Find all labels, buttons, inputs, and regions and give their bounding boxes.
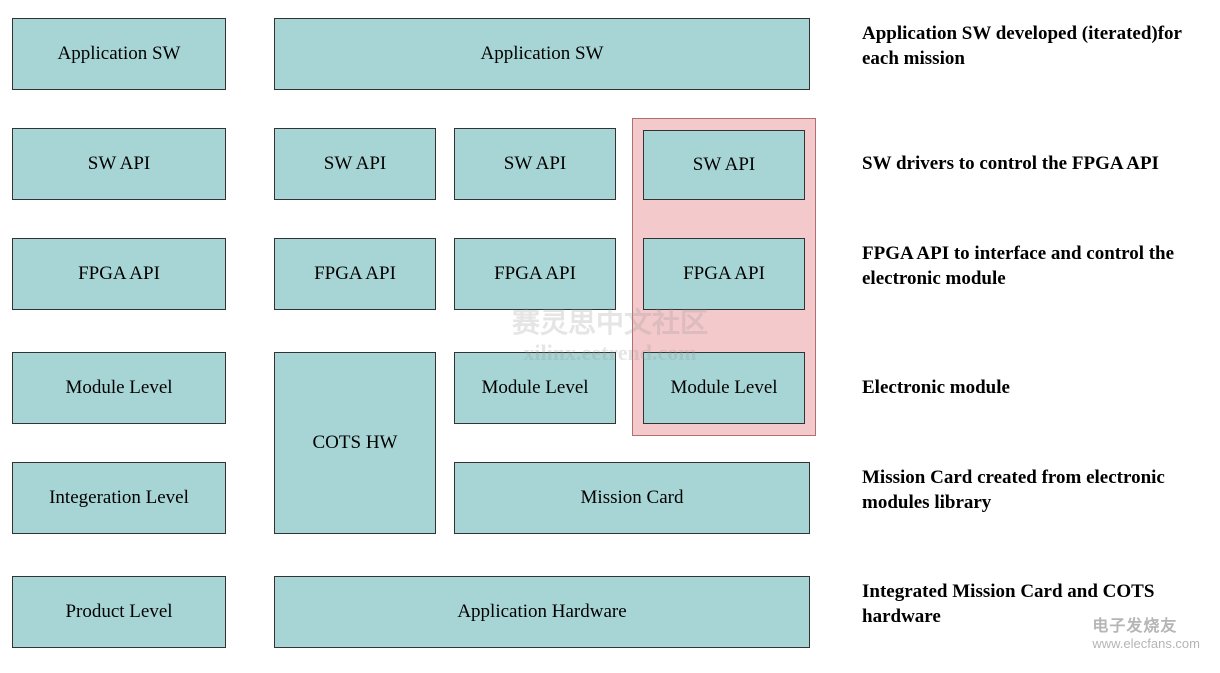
- box-fpga-api-3: FPGA API: [454, 238, 616, 310]
- box-mission-card: Mission Card: [454, 462, 810, 534]
- box-module-level-4: Module Level: [643, 352, 805, 424]
- watermark-url: www.elecfans.com: [1092, 636, 1200, 651]
- annotation-app-sw: Application SW developed (iterated)for e…: [862, 22, 1202, 71]
- box-fpga-api-2: FPGA API: [274, 238, 436, 310]
- box-integration-level: Integeration Level: [12, 462, 226, 534]
- box-module-level-3: Module Level: [454, 352, 616, 424]
- box-label: FPGA API: [314, 263, 396, 285]
- box-fpga-api-4: FPGA API: [643, 238, 805, 310]
- box-label: COTS HW: [313, 432, 398, 454]
- box-application-hardware: Application Hardware: [274, 576, 810, 648]
- box-label: SW API: [504, 153, 566, 175]
- annotation-module: Electronic module: [862, 376, 1202, 401]
- box-label: Module Level: [65, 377, 172, 399]
- annotation-mission-card: Mission Card created from electronic mod…: [862, 466, 1202, 515]
- box-label: SW API: [324, 153, 386, 175]
- annotation-text: FPGA API to interface and control the el…: [862, 243, 1174, 289]
- box-module-level-1: Module Level: [12, 352, 226, 424]
- box-app-sw-1: Application SW: [12, 18, 226, 90]
- box-label: Integeration Level: [49, 487, 189, 509]
- box-label: FPGA API: [494, 263, 576, 285]
- box-label: FPGA API: [78, 263, 160, 285]
- box-fpga-api-1: FPGA API: [12, 238, 226, 310]
- annotation-text: SW drivers to control the FPGA API: [862, 153, 1159, 174]
- box-label: Mission Card: [581, 487, 684, 509]
- box-product-level: Product Level: [12, 576, 226, 648]
- box-label: SW API: [88, 153, 150, 175]
- box-label: SW API: [693, 154, 755, 176]
- box-cots-hw: COTS HW: [274, 352, 436, 534]
- box-sw-api-2: SW API: [274, 128, 436, 200]
- box-sw-api-1: SW API: [12, 128, 226, 200]
- box-sw-api-4: SW API: [643, 130, 805, 200]
- annotation-text: Mission Card created from electronic mod…: [862, 467, 1165, 513]
- box-label: FPGA API: [683, 263, 765, 285]
- architecture-diagram: Application SW Application SW SW API SW …: [12, 18, 1208, 655]
- box-label: Module Level: [670, 377, 777, 399]
- box-label: Application SW: [481, 43, 604, 65]
- annotation-text: Integrated Mission Card and COTS hardwar…: [862, 581, 1154, 627]
- box-label: Application Hardware: [457, 601, 626, 623]
- annotation-text: Electronic module: [862, 377, 1010, 398]
- box-sw-api-3: SW API: [454, 128, 616, 200]
- annotation-fpga-api: FPGA API to interface and control the el…: [862, 242, 1202, 291]
- annotation-sw-api: SW drivers to control the FPGA API: [862, 152, 1202, 177]
- box-app-sw-big: Application SW: [274, 18, 810, 90]
- annotation-text: Application SW developed (iterated)for e…: [862, 23, 1182, 69]
- box-label: Module Level: [481, 377, 588, 399]
- annotation-product: Integrated Mission Card and COTS hardwar…: [862, 580, 1202, 629]
- box-label: Application SW: [58, 43, 181, 65]
- box-label: Product Level: [65, 601, 172, 623]
